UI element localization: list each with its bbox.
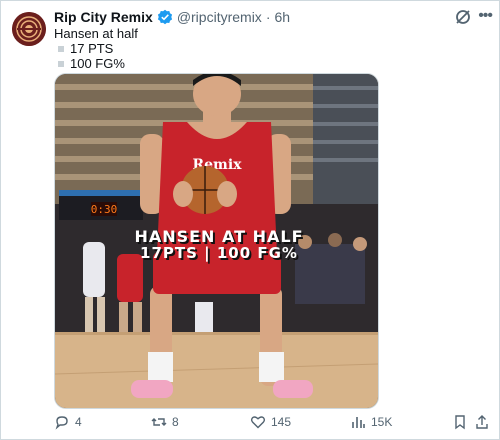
action-bar: 4 8 145 15K	[54, 414, 490, 434]
author-handle[interactable]: @ripcityremix	[177, 9, 262, 25]
like-icon	[250, 416, 266, 429]
tweet-line-2: 17 PTS	[54, 41, 138, 56]
reply-button[interactable]: 4	[54, 414, 82, 430]
tweet-line-3-text: 100 FG%	[70, 56, 125, 71]
avatar[interactable]	[12, 12, 46, 46]
author-name[interactable]: Rip City Remix	[54, 9, 153, 25]
tweet-line-1: Hansen at half	[54, 26, 138, 41]
tweet-line-2-text: 17 PTS	[70, 41, 114, 56]
bullet-icon	[58, 61, 64, 68]
reply-icon	[55, 416, 68, 430]
scoreboard: 0:30	[59, 190, 143, 220]
views-button[interactable]: 15K	[350, 414, 392, 430]
repost-icon	[151, 418, 167, 426]
views-icon	[352, 417, 365, 428]
grok-icon[interactable]	[454, 8, 472, 26]
bullet-icon	[58, 46, 64, 53]
bookmark-icon	[455, 415, 465, 430]
separator-dot: ·	[265, 9, 271, 25]
verified-badge-icon	[157, 9, 173, 25]
share-button[interactable]	[474, 414, 490, 430]
like-button[interactable]: 145	[250, 414, 291, 430]
scoreboard-text: 0:30	[91, 203, 118, 216]
tweet-text: Hansen at half 17 PTS 100 FG%	[54, 26, 138, 71]
repost-count: 8	[172, 415, 179, 429]
repost-button[interactable]: 8	[151, 414, 179, 430]
tweet-header: Rip City Remix @ripcityremix · 6h	[54, 9, 290, 25]
views-count: 15K	[371, 415, 393, 429]
tweet-photo[interactable]: 0:30 Remix HANSEN AT HALF 17PTS | 100 FG…	[54, 73, 379, 409]
bookmark-button[interactable]	[452, 414, 468, 430]
photo-caption-line-2: 17PTS | 100 FG%	[140, 244, 298, 262]
tweet-line-3: 100 FG%	[54, 56, 138, 71]
more-icon[interactable]: •••	[478, 7, 493, 25]
rip-city-logo-icon	[12, 12, 46, 46]
share-icon	[476, 415, 488, 429]
like-count: 145	[271, 415, 292, 429]
tweet-timestamp[interactable]: 6h	[274, 9, 290, 25]
reply-count: 4	[75, 415, 82, 429]
